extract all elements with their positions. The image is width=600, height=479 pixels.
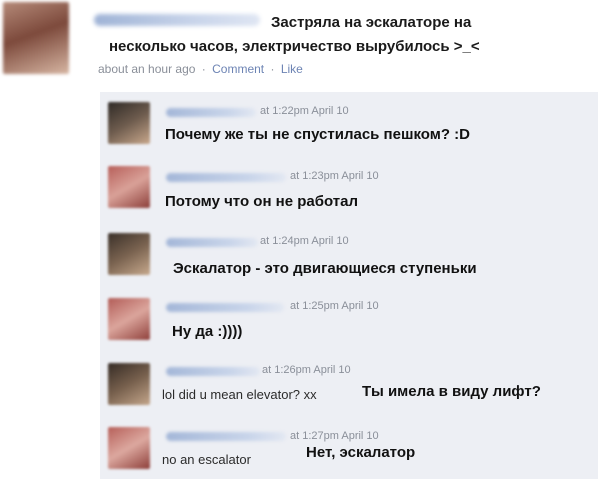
comment-item: at 1:26pm April 10 lol did u mean elevat… xyxy=(100,353,598,419)
post-timestamp[interactable]: about an hour ago xyxy=(98,62,195,76)
comment-timestamp: at 1:23pm April 10 xyxy=(290,170,379,182)
comment-timestamp: at 1:27pm April 10 xyxy=(290,430,379,442)
comment-timestamp: at 1:25pm April 10 xyxy=(290,300,379,312)
comment-timestamp: at 1:26pm April 10 xyxy=(262,364,351,376)
author-avatar[interactable] xyxy=(3,2,69,74)
meta-separator: · xyxy=(201,62,206,76)
comment-item: at 1:22pm April 10 Почему же ты не спуст… xyxy=(100,92,598,159)
commenter-avatar[interactable] xyxy=(108,102,150,144)
comment-translation: Ты имела в виду лифт? xyxy=(362,383,541,400)
comment-original-text: lol did u mean elevator? xx xyxy=(162,387,317,402)
comment-translation: Нет, эскалатор xyxy=(306,444,416,461)
comment-translation: Потому что он не работал xyxy=(165,193,359,210)
post-meta: about an hour ago · Comment · Like xyxy=(98,62,303,76)
comment-timestamp: at 1:24pm April 10 xyxy=(260,235,349,247)
commenter-avatar[interactable] xyxy=(108,363,150,405)
comment-original-text: no an escalator xyxy=(162,452,251,467)
commenter-name-blurred[interactable] xyxy=(166,367,260,376)
commenter-avatar[interactable] xyxy=(108,427,150,469)
comment-translation: Почему же ты не спустилась пешком? :D xyxy=(165,126,470,143)
author-name-blurred[interactable] xyxy=(94,14,260,26)
commenter-name-blurred[interactable] xyxy=(166,238,258,247)
commenter-name-blurred[interactable] xyxy=(166,108,256,117)
commenter-name-blurred[interactable] xyxy=(166,432,286,441)
post-text-line-2: несколько часов, электричество вырубилос… xyxy=(109,38,480,55)
commenter-name-blurred[interactable] xyxy=(166,303,284,312)
comment-link[interactable]: Comment xyxy=(212,62,264,76)
comment-timestamp: at 1:22pm April 10 xyxy=(260,105,349,117)
comment-translation: Эскалатор - это двигающиеся ступеньки xyxy=(173,260,477,277)
meta-separator: · xyxy=(270,62,275,76)
commenter-avatar[interactable] xyxy=(108,298,150,340)
comment-item: at 1:25pm April 10 Ну да :)))) xyxy=(100,288,598,354)
facebook-post-screenshot: Застряла на эскалаторе на несколько часо… xyxy=(0,0,600,479)
commenter-name-blurred[interactable] xyxy=(166,173,286,182)
comment-translation: Ну да :)))) xyxy=(172,323,243,340)
comment-item: at 1:27pm April 10 no an escalator Нет, … xyxy=(100,418,598,479)
post-text-line-1: Застряла на эскалаторе на xyxy=(271,14,472,31)
commenter-avatar[interactable] xyxy=(108,166,150,208)
comment-list: at 1:22pm April 10 Почему же ты не спуст… xyxy=(100,92,598,479)
comment-item: at 1:24pm April 10 Эскалатор - это двига… xyxy=(100,223,598,289)
commenter-avatar[interactable] xyxy=(108,233,150,275)
like-link[interactable]: Like xyxy=(281,62,303,76)
comment-item: at 1:23pm April 10 Потому что он не рабо… xyxy=(100,158,598,224)
